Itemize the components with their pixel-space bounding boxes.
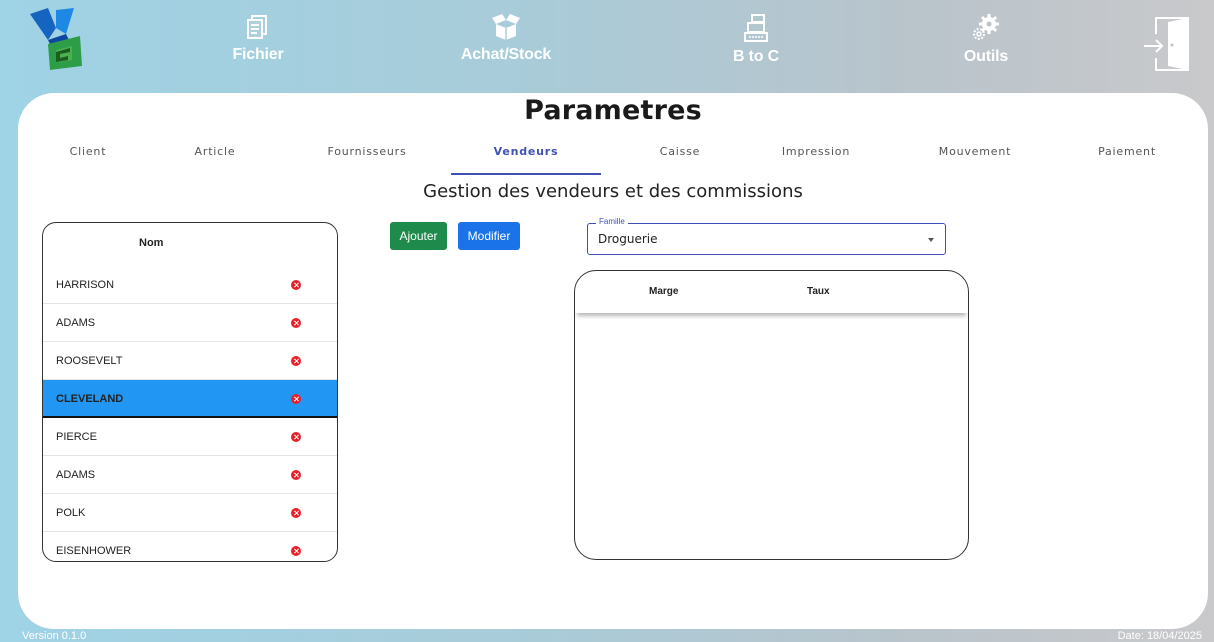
add-button[interactable]: Ajouter [390,222,447,250]
gears-icon [973,14,999,40]
main-card: Parametres Client Article Fournisseurs V… [18,93,1208,629]
tab-fournisseurs[interactable]: Fournisseurs [292,145,442,169]
list-item[interactable]: PIERCE [43,418,337,456]
section-title: Gestion des vendeurs et des commissions [423,181,803,202]
nav-achat-stock[interactable]: Achat/Stock [436,14,576,78]
nav-fichier-label: Fichier [232,46,284,63]
column-header-taux[interactable]: Taux [807,286,830,297]
list-item[interactable]: POLK [43,494,337,532]
delete-icon[interactable] [291,470,301,480]
cash-register-icon [744,14,768,42]
list-item[interactable]: ADAMS [43,304,337,342]
date-label: Date: 18/04/2025 [1117,630,1202,642]
vendeur-name: ADAMS [56,469,96,481]
delete-icon[interactable] [291,394,301,404]
vendeurs-list-header: Nom [139,237,164,249]
famille-value: Droguerie [598,232,658,246]
exit-door-icon [1144,17,1189,71]
box-icon [492,14,520,40]
exit-button[interactable] [1142,12,1190,74]
vendeur-name: CLEVELAND [56,393,124,405]
delete-icon[interactable] [291,280,301,290]
list-item[interactable]: EISENHOWER [43,532,337,561]
tab-vendeurs[interactable]: Vendeurs [451,145,601,175]
nav-b-to-c-label: B to C [733,48,779,65]
vendeur-name: ADAMS [56,317,96,329]
commissions-table: Marge Taux [574,270,969,560]
tab-caisse[interactable]: Caisse [605,145,755,169]
delete-icon[interactable] [291,508,301,518]
nav-fichier[interactable]: Fichier [188,14,328,78]
nav-outils-label: Outils [963,48,1009,65]
dropdown-arrow-icon [928,238,934,242]
commissions-table-header: Marge Taux [575,271,968,313]
list-item[interactable]: HARRISON [43,266,337,304]
delete-icon[interactable] [291,318,301,328]
vendeur-name: PIERCE [56,431,97,443]
app-logo [26,6,86,72]
delete-icon[interactable] [291,546,301,556]
page-title: Parametres [524,95,702,126]
tab-paiement[interactable]: Paiement [1052,145,1202,169]
delete-icon[interactable] [291,356,301,366]
vendeur-name: EISENHOWER [56,545,132,557]
nav-achat-stock-label: Achat/Stock [460,46,552,63]
list-item-selected[interactable]: CLEVELAND [43,380,337,418]
top-navigation-bar: Fichier Achat/Stock B to C Outils [0,0,1214,90]
vendeur-name: HARRISON [56,279,115,291]
version-label: Version 0.1.0 [22,630,87,642]
nav-b-to-c[interactable]: B to C [686,14,826,78]
list-item[interactable]: ROOSEVELT [43,342,337,380]
nav-outils[interactable]: Outils [916,14,1056,78]
edit-button[interactable]: Modifier [458,222,520,250]
vendeurs-list: Nom HARRISON ADAMS ROOSEVELT CLEVELAND P… [42,222,338,562]
tab-impression[interactable]: Impression [741,145,891,169]
delete-icon[interactable] [291,432,301,442]
vendeur-name: POLK [56,507,86,519]
vendeur-name: ROOSEVELT [56,355,123,367]
famille-label: Famille [596,217,628,226]
column-header-marge[interactable]: Marge [649,286,678,297]
file-icon [247,15,267,39]
tab-mouvement[interactable]: Mouvement [900,145,1050,169]
famille-select[interactable]: Famille Droguerie [587,217,946,255]
tab-bar: Client Article Fournisseurs Vendeurs Cai… [18,137,1208,175]
list-item[interactable]: ADAMS [43,456,337,494]
tab-article[interactable]: Article [140,145,290,169]
